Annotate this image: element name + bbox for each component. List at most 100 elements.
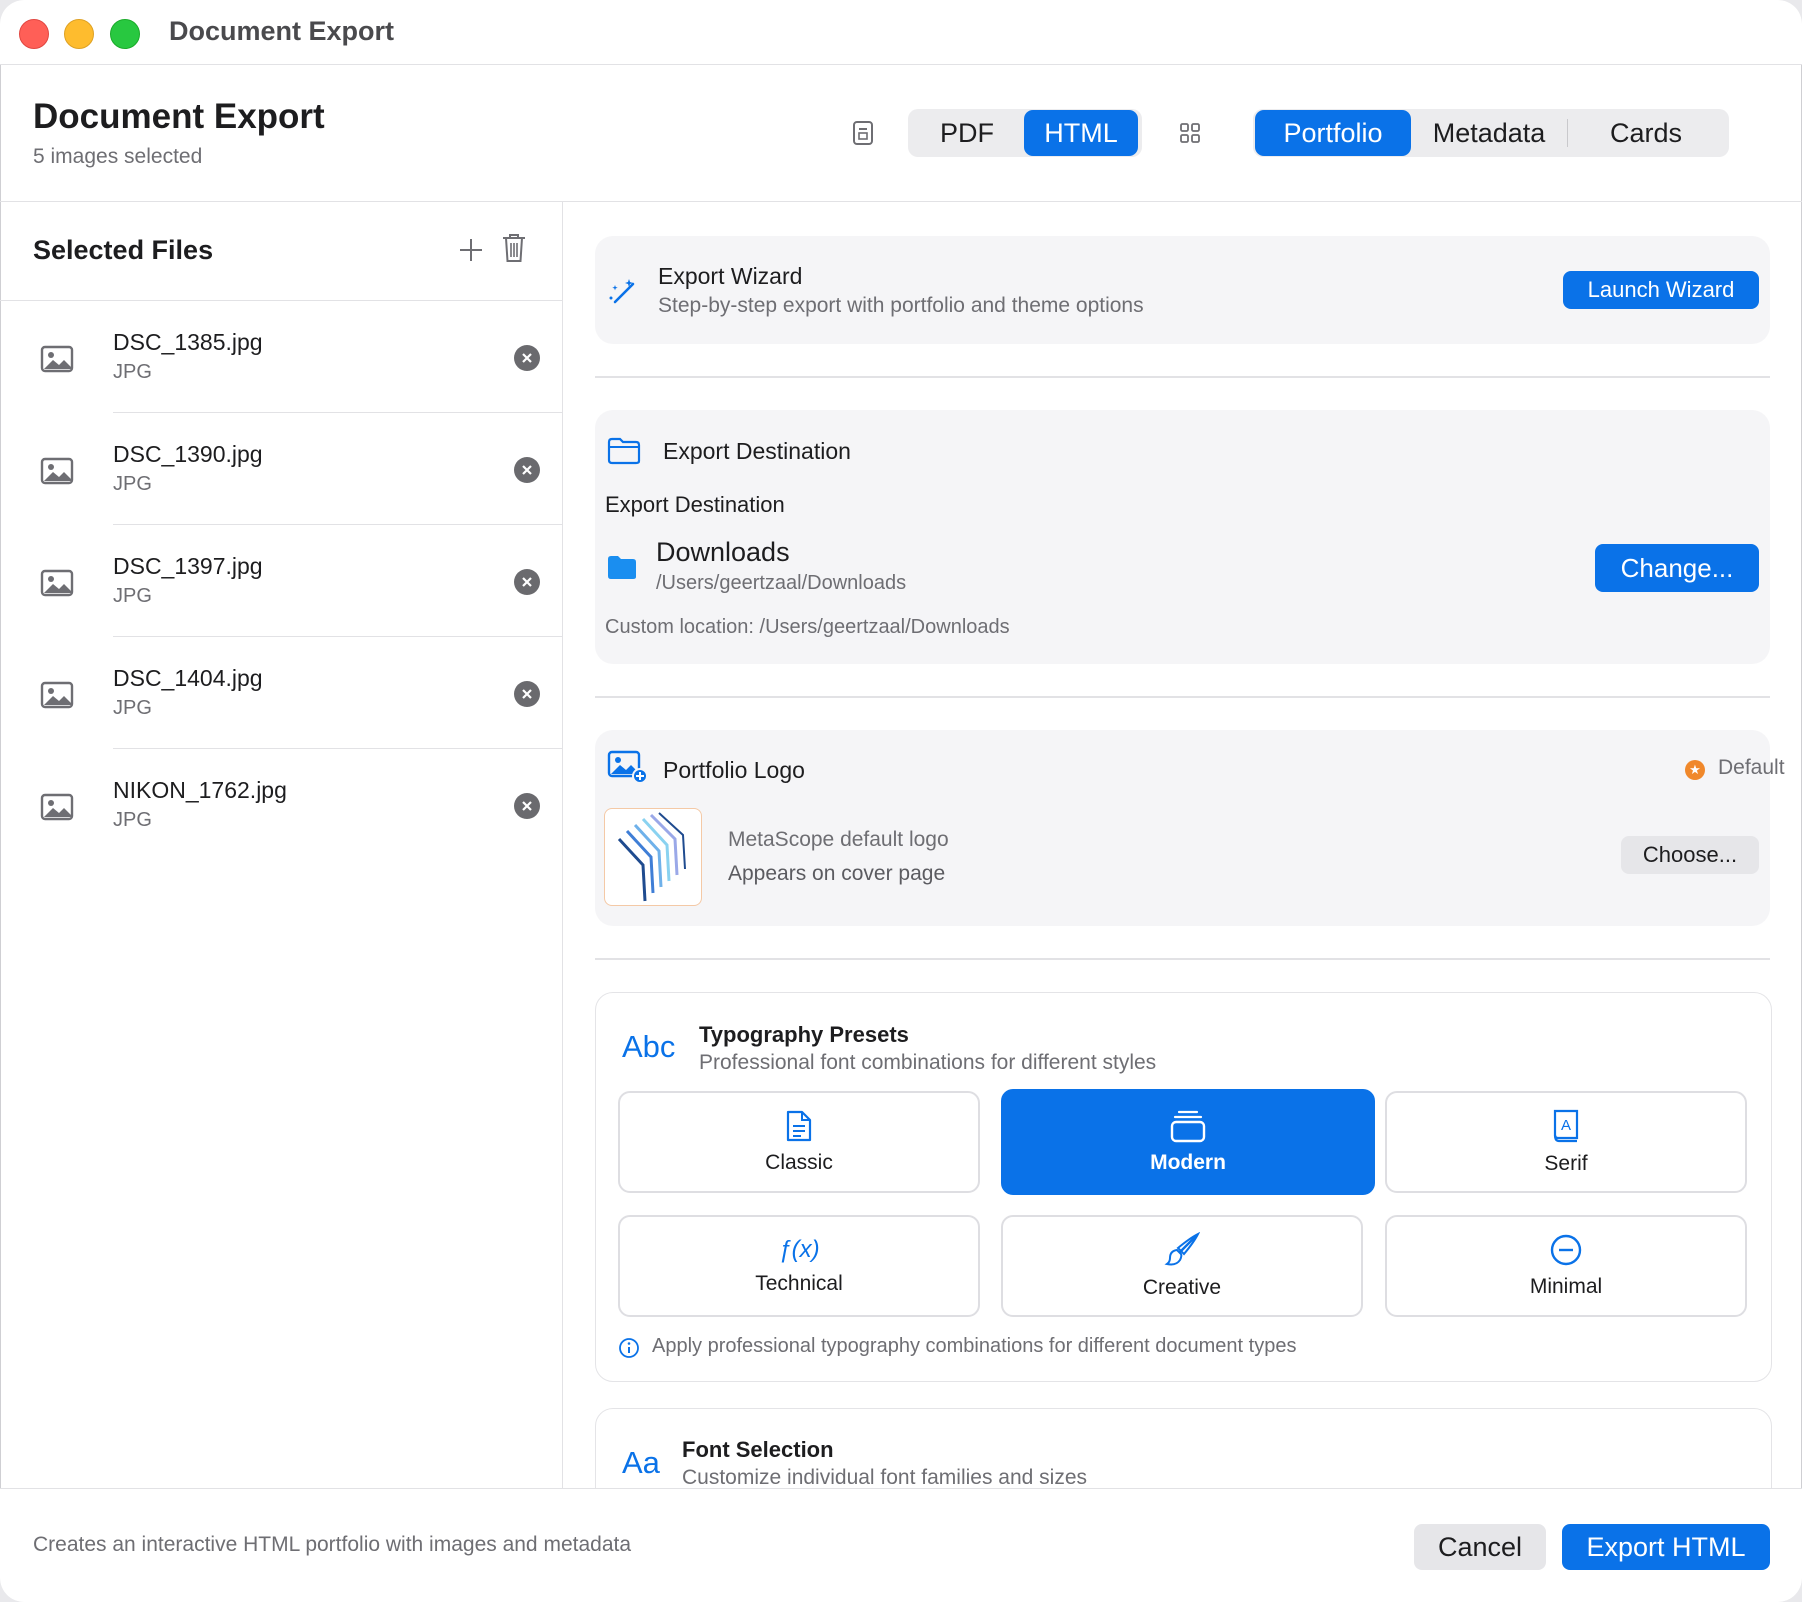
- list-item[interactable]: DSC_1390.jpg JPG: [0, 413, 562, 525]
- format-segmented-control: PDF HTML: [908, 109, 1142, 157]
- selection-count: 5 images selected: [33, 145, 203, 168]
- image-file-icon: [40, 569, 74, 597]
- window-title: Document Export: [169, 16, 395, 46]
- close-icon: [522, 577, 532, 587]
- image-file-icon: [40, 681, 74, 709]
- typography-subtitle: Professional font combinations for diffe…: [699, 1051, 1157, 1074]
- document-icon: [786, 1110, 812, 1142]
- file-name: DSC_1390.jpg: [113, 441, 263, 467]
- list-item[interactable]: DSC_1404.jpg JPG: [0, 637, 562, 749]
- function-icon: ƒ(x): [778, 1236, 820, 1263]
- choose-logo-button[interactable]: Choose...: [1621, 836, 1759, 874]
- folder-outline-icon: [607, 437, 641, 465]
- list-item[interactable]: DSC_1385.jpg JPG: [0, 301, 562, 413]
- logo-placement: Appears on cover page: [728, 862, 946, 885]
- close-icon: [522, 465, 532, 475]
- remove-file-button[interactable]: [514, 569, 540, 595]
- destination-label: Export Destination: [605, 492, 785, 517]
- close-icon: [522, 801, 532, 811]
- sidebar-title: Selected Files: [33, 235, 214, 265]
- folder-name: Downloads: [656, 537, 790, 567]
- export-description: Creates an interactive HTML portfolio wi…: [33, 1533, 632, 1556]
- preset-label: Classic: [765, 1151, 833, 1174]
- file-type: JPG: [113, 473, 152, 495]
- list-item[interactable]: NIKON_1762.jpg JPG: [0, 749, 562, 861]
- sidebar-header: Selected Files: [0, 202, 562, 301]
- typography-info: Apply professional typography combinatio…: [652, 1335, 1297, 1357]
- font-selection-subtitle: Customize individual font families and s…: [682, 1466, 1088, 1488]
- preset-creative[interactable]: Creative: [1001, 1215, 1363, 1317]
- preset-label: Creative: [1142, 1276, 1222, 1299]
- divider: [595, 696, 1770, 698]
- logo-section-title: Portfolio Logo: [663, 757, 805, 783]
- stack-icon: [1170, 1110, 1206, 1143]
- preset-serif[interactable]: A Serif: [1385, 1091, 1747, 1193]
- tab-pdf[interactable]: PDF: [910, 110, 1024, 156]
- file-type: JPG: [113, 585, 152, 607]
- svg-text:A: A: [1561, 1117, 1571, 1134]
- divider: [595, 376, 1770, 378]
- remove-file-button[interactable]: [514, 457, 540, 483]
- book-icon: A: [1553, 1109, 1579, 1143]
- tab-cards[interactable]: Cards: [1568, 110, 1724, 156]
- preset-technical[interactable]: ƒ(x) Technical: [618, 1215, 980, 1317]
- folder-icon: [608, 556, 636, 579]
- zoom-window-button[interactable]: [110, 19, 140, 49]
- typography-presets-card: Abc Typography Presets Professional font…: [595, 992, 1772, 1382]
- close-window-button[interactable]: [19, 19, 49, 49]
- export-window: Document Export Document Export 5 images…: [0, 0, 1802, 1602]
- preset-modern[interactable]: Modern: [1001, 1089, 1375, 1195]
- font-selection-title: Font Selection: [682, 1437, 834, 1462]
- close-icon: [522, 353, 532, 363]
- cancel-button[interactable]: Cancel: [1414, 1524, 1546, 1570]
- remove-file-button[interactable]: [514, 345, 540, 371]
- tab-html[interactable]: HTML: [1024, 110, 1138, 156]
- preset-classic[interactable]: Classic: [618, 1091, 980, 1193]
- export-wizard-card: Export Wizard Step-by-step export with p…: [595, 236, 1770, 344]
- custom-location: Custom location: /Users/geertzaal/Downlo…: [605, 616, 1010, 638]
- close-icon: [522, 689, 532, 699]
- document-format-icon: [853, 121, 873, 145]
- remove-file-button[interactable]: [514, 793, 540, 819]
- preset-label: Technical: [755, 1272, 843, 1295]
- wizard-title: Export Wizard: [658, 263, 803, 289]
- preset-label: Minimal: [1529, 1275, 1603, 1298]
- preset-label: Serif: [1544, 1152, 1588, 1175]
- export-destination-card: Export Destination Export Destination Do…: [595, 410, 1770, 664]
- font-selection-card: Aa Font Selection Customize individual f…: [595, 1408, 1772, 1488]
- launch-wizard-button[interactable]: Launch Wizard: [1563, 271, 1759, 309]
- logo-description: MetaScope default logo: [728, 828, 949, 851]
- preset-minimal[interactable]: Minimal: [1385, 1215, 1747, 1317]
- trash-icon[interactable]: [500, 232, 528, 264]
- sidebar: Selected Files DSC_1385.jpg JPG DSC_1390…: [0, 202, 563, 1488]
- page-title: Document Export: [33, 97, 325, 136]
- tab-portfolio[interactable]: Portfolio: [1255, 110, 1411, 156]
- logo-thumbnail: [604, 808, 702, 906]
- grid-view-icon: [1180, 123, 1200, 143]
- image-file-icon: [40, 457, 74, 485]
- view-segmented-control: Portfolio Metadata Cards: [1253, 109, 1729, 157]
- default-badge-label: Default: [1718, 756, 1785, 779]
- file-type: JPG: [113, 697, 152, 719]
- file-type: JPG: [113, 809, 152, 831]
- minimize-window-button[interactable]: [64, 19, 94, 49]
- remove-file-button[interactable]: [514, 681, 540, 707]
- folder-path: /Users/geertzaal/Downloads: [656, 572, 907, 594]
- preset-label: Modern: [1150, 1151, 1226, 1174]
- tab-metadata[interactable]: Metadata: [1411, 110, 1567, 156]
- metascope-logo-icon: [617, 812, 686, 902]
- add-file-icon[interactable]: [456, 235, 486, 265]
- wizard-subtitle: Step-by-step export with portfolio and t…: [658, 294, 1144, 317]
- file-name: NIKON_1762.jpg: [113, 777, 287, 803]
- info-icon: [619, 1338, 639, 1358]
- change-destination-button[interactable]: Change...: [1595, 544, 1759, 592]
- star-badge-icon: ★: [1685, 760, 1705, 780]
- image-file-icon: [40, 793, 74, 821]
- file-name: DSC_1397.jpg: [113, 553, 263, 579]
- export-html-button[interactable]: Export HTML: [1562, 1524, 1770, 1570]
- abc-icon: Abc: [622, 1029, 676, 1064]
- list-item[interactable]: DSC_1397.jpg JPG: [0, 525, 562, 637]
- header: Document Export 5 images selected PDF HT…: [0, 65, 1802, 202]
- magic-wand-icon: [609, 279, 635, 304]
- paintbrush-icon: [1164, 1232, 1200, 1266]
